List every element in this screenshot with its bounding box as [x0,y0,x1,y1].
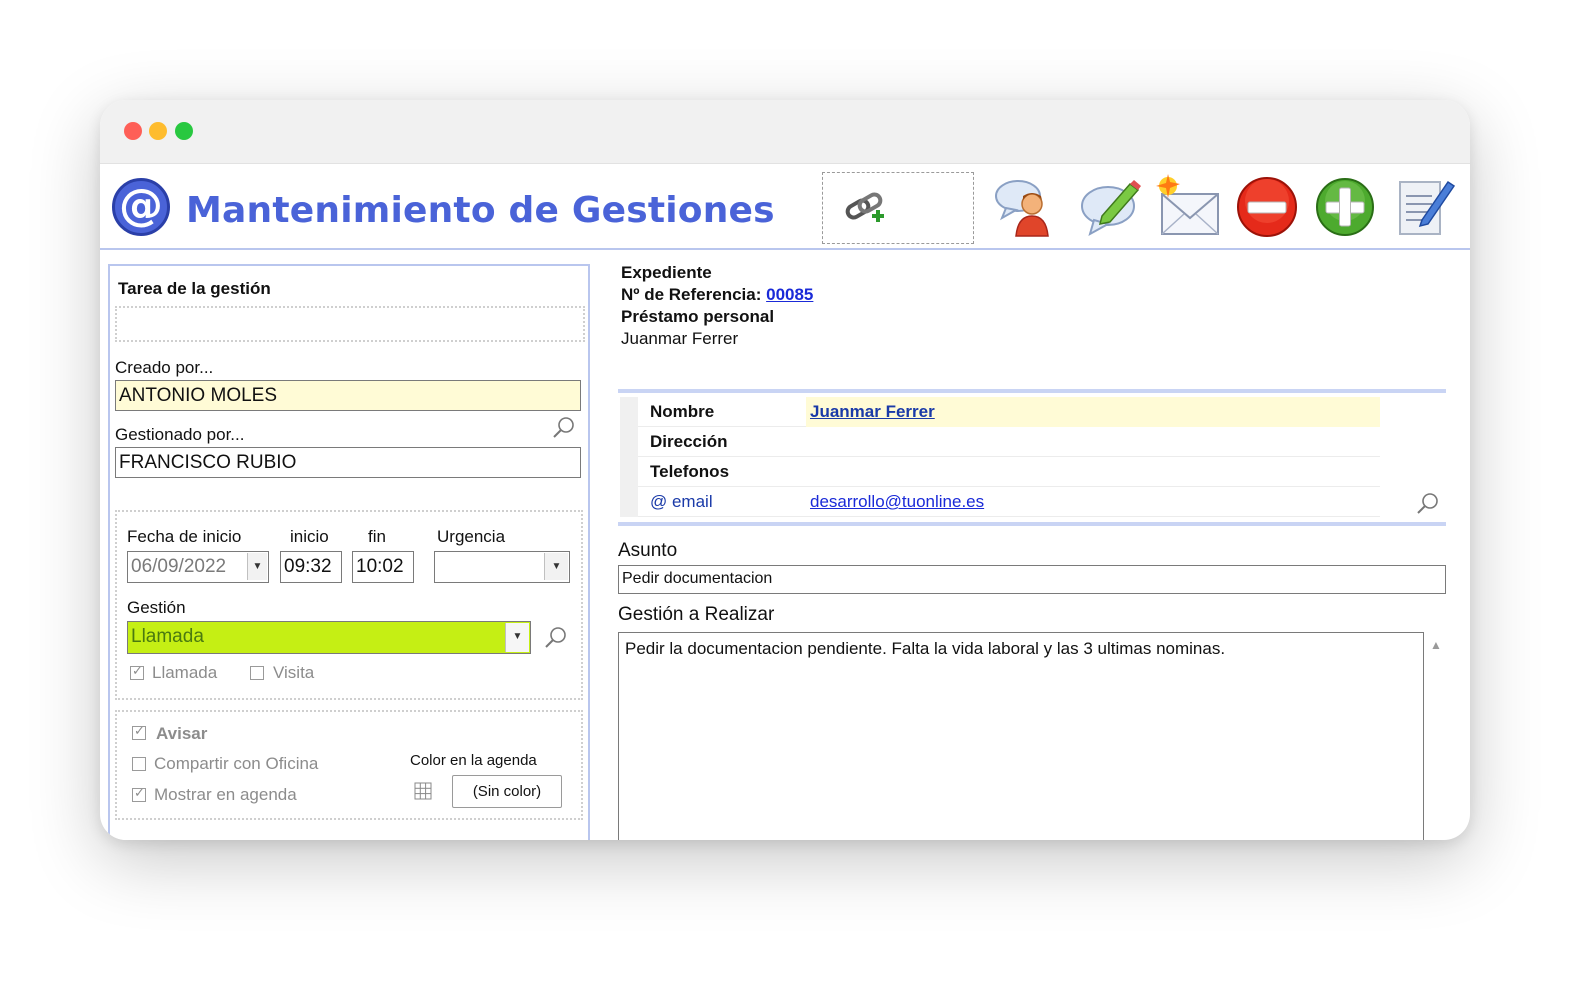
agenda-color-label: Color en la agenda [410,752,537,769]
chevron-down-icon[interactable]: ▼ [505,623,529,652]
reference-link[interactable]: 00085 [766,285,813,304]
row-marker [620,487,638,517]
divider [618,389,1446,393]
contact-name-label: Nombre [650,402,715,421]
visit-checkbox-label: Visita [273,663,315,682]
add-icon[interactable] [1312,174,1378,240]
contact-address-value [806,427,1380,457]
delete-icon[interactable] [1234,174,1300,240]
app-window: @ Mantenimiento de Gestiones Tarea de la… [100,100,1470,840]
add-link-icon [845,192,884,222]
subject-label: Asunto [618,540,678,561]
urgency-label: Urgencia [437,527,506,546]
contact-name-link[interactable]: Juanmar Ferrer [810,402,935,421]
show-agenda-label: Mostrar en agenda [154,785,297,804]
contact-address-label: Dirección [650,432,728,451]
agenda-color-button[interactable]: (Sin color) [452,775,562,808]
app-header: @ Mantenimiento de Gestiones [100,164,1470,250]
title-bar [100,100,1470,164]
managed-by-field[interactable]: FRANCISCO RUBIO [115,447,581,478]
add-link-button[interactable] [822,172,974,244]
contact-name-value: Juanmar Ferrer [806,397,1380,427]
notify-label: Avisar [156,724,208,743]
share-office-checkbox[interactable] [132,757,146,771]
grid-icon[interactable] [414,782,432,800]
expediente-type: Préstamo personal [621,307,775,326]
notes-icon[interactable] [1392,174,1458,240]
divider [618,522,1446,526]
start-date-value: 06/09/2022 [131,556,227,577]
start-time-field[interactable]: 09:32 [280,551,342,583]
close-window-button[interactable] [124,122,142,140]
subject-field[interactable]: Pedir documentacion [618,565,1446,594]
new-mail-icon[interactable] [1156,174,1222,240]
search-contact-icon[interactable] [1416,492,1440,516]
row-marker [620,397,638,427]
expediente-client: Juanmar Ferrer [621,329,739,348]
urgency-select[interactable]: ▼ [434,551,570,583]
edit-comment-icon[interactable] [1078,174,1144,240]
left-panel: Tarea de la gestión Creado por... ANTONI… [108,264,590,840]
scroll-up-icon[interactable]: ▲ [1430,638,1442,652]
row-marker [620,457,638,487]
start-date-label: Fecha de inicio [127,527,242,546]
gestion-label: Gestión [127,598,186,617]
contact-email-label: @ email [650,492,713,511]
contact-person-icon[interactable] [992,174,1058,240]
start-date-field[interactable]: 06/09/2022 ▼ [127,551,269,583]
checkmark-icon: ✓ [132,663,143,678]
page-title: Mantenimiento de Gestiones [186,190,775,231]
contact-phones-value [806,457,1380,487]
chevron-down-icon[interactable]: ▼ [247,553,267,580]
show-agenda-checkbox[interactable]: ✓ [132,785,146,802]
maximize-window-button[interactable] [175,122,193,140]
managed-by-label: Gestionado por... [115,425,245,444]
created-by-label: Creado por... [115,358,214,377]
reference-line: Nº de Referencia: 00085 [621,285,813,305]
search-gestion-icon[interactable] [544,626,568,650]
row-marker [620,427,638,457]
task-field[interactable] [115,306,585,342]
table-row: Dirección [620,427,1380,457]
table-row: @ email desarrollo@tuonline.es [620,487,1380,517]
contact-email-link[interactable]: desarrollo@tuonline.es [810,492,984,511]
reference-label: Nº de Referencia: [621,285,762,304]
contact-phones-label: Telefonos [650,462,730,481]
call-checkbox[interactable]: ✓ [130,663,144,680]
call-checkbox-label: Llamada [152,663,218,682]
search-managed-by-icon[interactable] [552,416,576,440]
created-by-field[interactable]: ANTONIO MOLES [115,380,581,411]
chevron-down-icon[interactable]: ▼ [544,553,568,580]
checkmark-icon: ✓ [134,723,145,738]
end-time-label: fin [368,527,386,546]
checkmark-icon: ✓ [134,785,145,800]
task-to-do-textarea[interactable]: Pedir la documentacion pendiente. Falta … [618,632,1424,840]
start-time-label: inicio [290,527,329,546]
gestion-select[interactable]: Llamada ▼ [127,621,531,654]
table-row: Telefonos [620,457,1380,487]
minimize-window-button[interactable] [149,122,167,140]
share-office-label: Compartir con Oficina [154,754,319,773]
table-row: Nombre Juanmar Ferrer [620,397,1380,427]
visit-checkbox[interactable] [250,666,264,680]
gestion-value: Llamada [131,626,204,647]
notify-checkbox[interactable]: ✓ [132,723,146,740]
task-label: Tarea de la gestión [118,279,271,298]
contact-email-value: desarrollo@tuonline.es [806,487,1380,517]
task-to-do-label: Gestión a Realizar [618,604,775,625]
end-time-field[interactable]: 10:02 [352,551,414,583]
app-logo: @ [112,178,170,236]
expediente-heading: Expediente [621,263,712,282]
